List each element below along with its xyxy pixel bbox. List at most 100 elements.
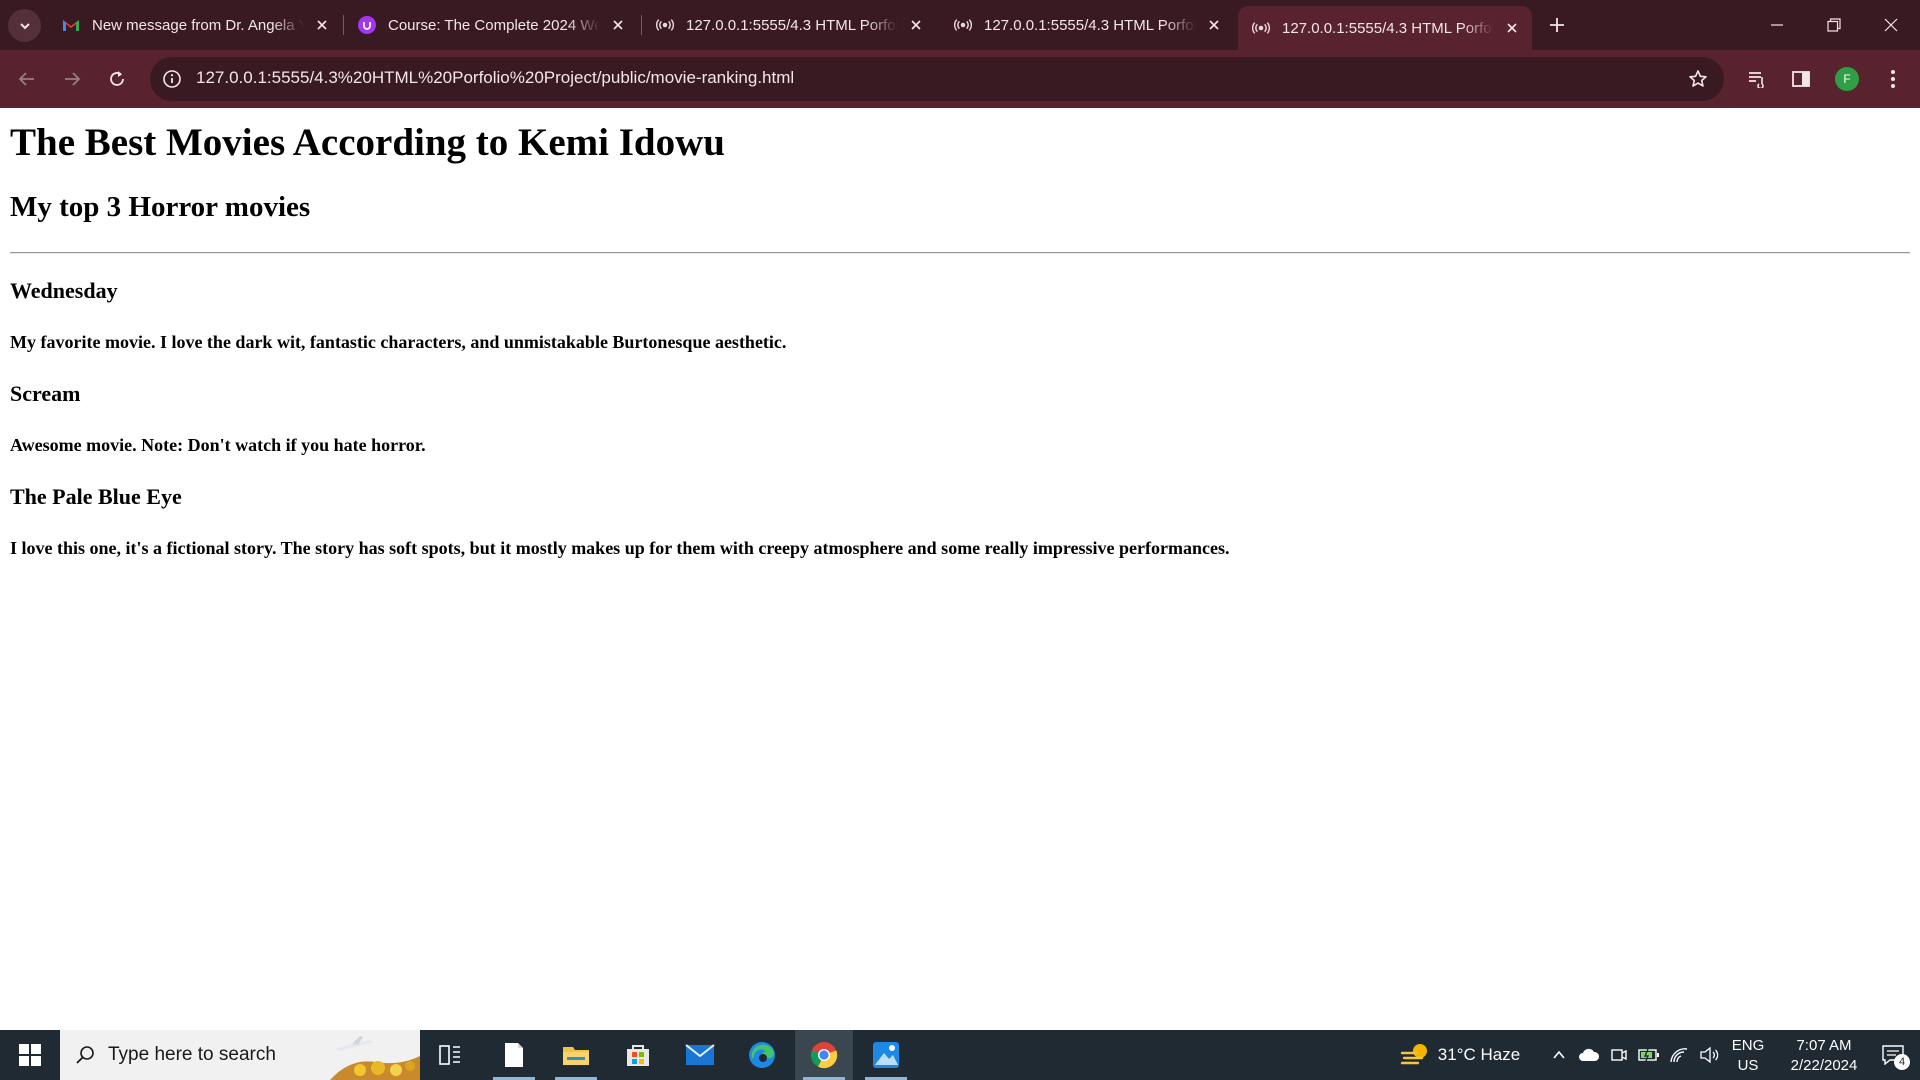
close-tab-icon[interactable]	[312, 15, 332, 35]
region-code: US	[1737, 1057, 1759, 1074]
onedrive-tray-button[interactable]	[1574, 1030, 1604, 1080]
clock-date: 2/22/2024	[1790, 1057, 1858, 1074]
reload-button[interactable]	[100, 62, 134, 96]
weather-widget[interactable]: 31°C Haze	[1390, 1030, 1530, 1080]
movie-title: The Pale Blue Eye	[10, 484, 182, 509]
chevron-up-icon	[1553, 1050, 1565, 1059]
task-view-icon	[439, 1045, 460, 1065]
minimize-button[interactable]	[1748, 0, 1806, 50]
volume-tray-button[interactable]	[1694, 1030, 1724, 1080]
side-panel-button[interactable]	[1787, 65, 1815, 93]
mail-icon	[685, 1044, 715, 1065]
movie-description: My favorite movie. I love the dark wit, …	[10, 332, 787, 352]
taskbar-notepad[interactable]	[485, 1030, 543, 1080]
taskbar-clock[interactable]: 7:07 AM 2/22/2024	[1768, 1036, 1880, 1076]
network-tray-button[interactable]	[1664, 1030, 1694, 1080]
restore-button[interactable]	[1805, 0, 1863, 50]
action-center-button[interactable]: 4	[1866, 1030, 1920, 1080]
movie-title: Scream	[10, 381, 81, 406]
taskbar-microsoft-store[interactable]	[609, 1030, 667, 1080]
wifi-icon	[1670, 1048, 1688, 1063]
reading-list-button[interactable]	[1743, 65, 1771, 93]
battery-tray-button[interactable]	[1634, 1030, 1664, 1080]
clock-time: 7:07 AM	[1796, 1037, 1852, 1054]
photos-icon	[873, 1042, 899, 1068]
search-icon	[74, 1044, 96, 1066]
windows-taskbar: Type here to search 31°C Haze ENG US 7:0…	[0, 1030, 1920, 1080]
close-window-button[interactable]	[1862, 0, 1920, 50]
plus-icon	[1550, 18, 1564, 32]
taskbar-photos[interactable]	[857, 1030, 915, 1080]
search-placeholder: Type here to search	[108, 1044, 276, 1065]
windows-logo-icon	[19, 1044, 41, 1066]
arrow-left-icon	[18, 72, 34, 86]
taskbar-chrome[interactable]	[795, 1030, 853, 1080]
web-page-content: The Best Movies According to Kemi Idowu …	[0, 108, 1920, 1030]
tab-localhost-2[interactable]: 127.0.0.1:5555/4.3 HTML Porfolio Project	[940, 6, 1234, 44]
chevron-down-icon	[19, 22, 30, 29]
movie-description: I love this one, it's a fictional story.…	[10, 538, 1230, 558]
movie-description: Awesome movie. Note: Don't watch if you …	[10, 435, 426, 455]
page-title: The Best Movies According to Kemi Idowu	[10, 121, 725, 164]
horizontal-rule	[10, 252, 1910, 254]
show-hidden-icons-button[interactable]	[1544, 1030, 1574, 1080]
bookmark-star-icon[interactable]	[1686, 67, 1710, 91]
microsoft-store-icon	[627, 1045, 649, 1066]
live-server-icon	[656, 16, 674, 34]
edge-icon	[749, 1042, 775, 1068]
address-bar[interactable]: 127.0.0.1:5555/4.3%20HTML%20Porfolio%20P…	[150, 57, 1724, 101]
forward-button[interactable]	[55, 62, 89, 96]
file-explorer-icon	[563, 1047, 589, 1065]
camera-icon	[1611, 1049, 1627, 1061]
task-view-button[interactable]	[421, 1030, 479, 1080]
tab-localhost-1[interactable]: 127.0.0.1:5555/4.3 HTML Porfolio Project	[642, 6, 936, 44]
notification-count-badge: 4	[1894, 1054, 1910, 1070]
input-language-indicator[interactable]: ENG US	[1728, 1036, 1768, 1076]
udemy-icon	[358, 16, 376, 34]
gmail-icon	[62, 16, 80, 34]
haze-weather-icon	[1400, 1044, 1427, 1065]
browser-tab-strip: New message from Dr. Angela Yu Course: T…	[0, 0, 1920, 50]
speaker-icon	[1700, 1047, 1719, 1063]
tab-udemy-course[interactable]: Course: The Complete 2024 Web Developmen…	[344, 6, 638, 44]
page-subtitle: My top 3 Horror movies	[10, 191, 311, 223]
tab-title: 127.0.0.1:5555/4.3 HTML Porfolio Project	[984, 16, 1196, 34]
new-tab-button[interactable]	[1543, 11, 1571, 39]
back-button[interactable]	[10, 62, 44, 96]
language-code: ENG	[1731, 1037, 1765, 1054]
profile-avatar[interactable]: F	[1835, 67, 1859, 91]
onedrive-cloud-icon	[1579, 1048, 1600, 1061]
site-info-icon[interactable]	[161, 68, 183, 90]
close-tab-icon[interactable]	[906, 15, 926, 35]
taskbar-search-box[interactable]: Type here to search	[60, 1030, 420, 1080]
restore-icon	[1827, 18, 1841, 32]
url-text[interactable]: 127.0.0.1:5555/4.3%20HTML%20Porfolio%20P…	[196, 68, 794, 88]
live-server-icon	[954, 16, 972, 34]
weather-text: 31°C Haze	[1437, 1045, 1521, 1064]
minimize-icon	[1771, 24, 1783, 26]
close-tab-icon[interactable]	[1204, 15, 1224, 35]
reload-icon	[110, 71, 124, 86]
tab-search-button[interactable]	[8, 9, 41, 42]
taskbar-edge[interactable]	[733, 1030, 791, 1080]
start-button[interactable]	[0, 1030, 60, 1080]
arrow-right-icon	[65, 72, 81, 86]
tab-title: 127.0.0.1:5555/4.3 HTML Porfolio Project	[686, 16, 898, 34]
browser-menu-button[interactable]	[1879, 65, 1907, 93]
tab-title: New message from Dr. Angela Yu	[92, 16, 304, 34]
battery-charging-icon	[1638, 1048, 1659, 1062]
meet-now-tray-button[interactable]	[1604, 1030, 1634, 1080]
taskbar-mail[interactable]	[671, 1030, 729, 1080]
notepad-icon	[505, 1043, 523, 1067]
side-panel-icon	[1792, 71, 1810, 87]
close-tab-icon[interactable]	[608, 15, 628, 35]
taskbar-file-explorer[interactable]	[547, 1030, 605, 1080]
browser-toolbar: 127.0.0.1:5555/4.3%20HTML%20Porfolio%20P…	[0, 50, 1920, 108]
tab-localhost-active[interactable]: 127.0.0.1:5555/4.3 HTML Porfolio Project	[1238, 6, 1532, 50]
live-server-icon	[1252, 19, 1270, 37]
media-queue-icon	[1749, 72, 1764, 88]
tab-gmail[interactable]: New message from Dr. Angela Yu	[48, 6, 342, 44]
close-tab-icon[interactable]	[1502, 18, 1522, 38]
chrome-icon	[810, 1042, 838, 1069]
search-highlight-illustration	[330, 1036, 420, 1080]
